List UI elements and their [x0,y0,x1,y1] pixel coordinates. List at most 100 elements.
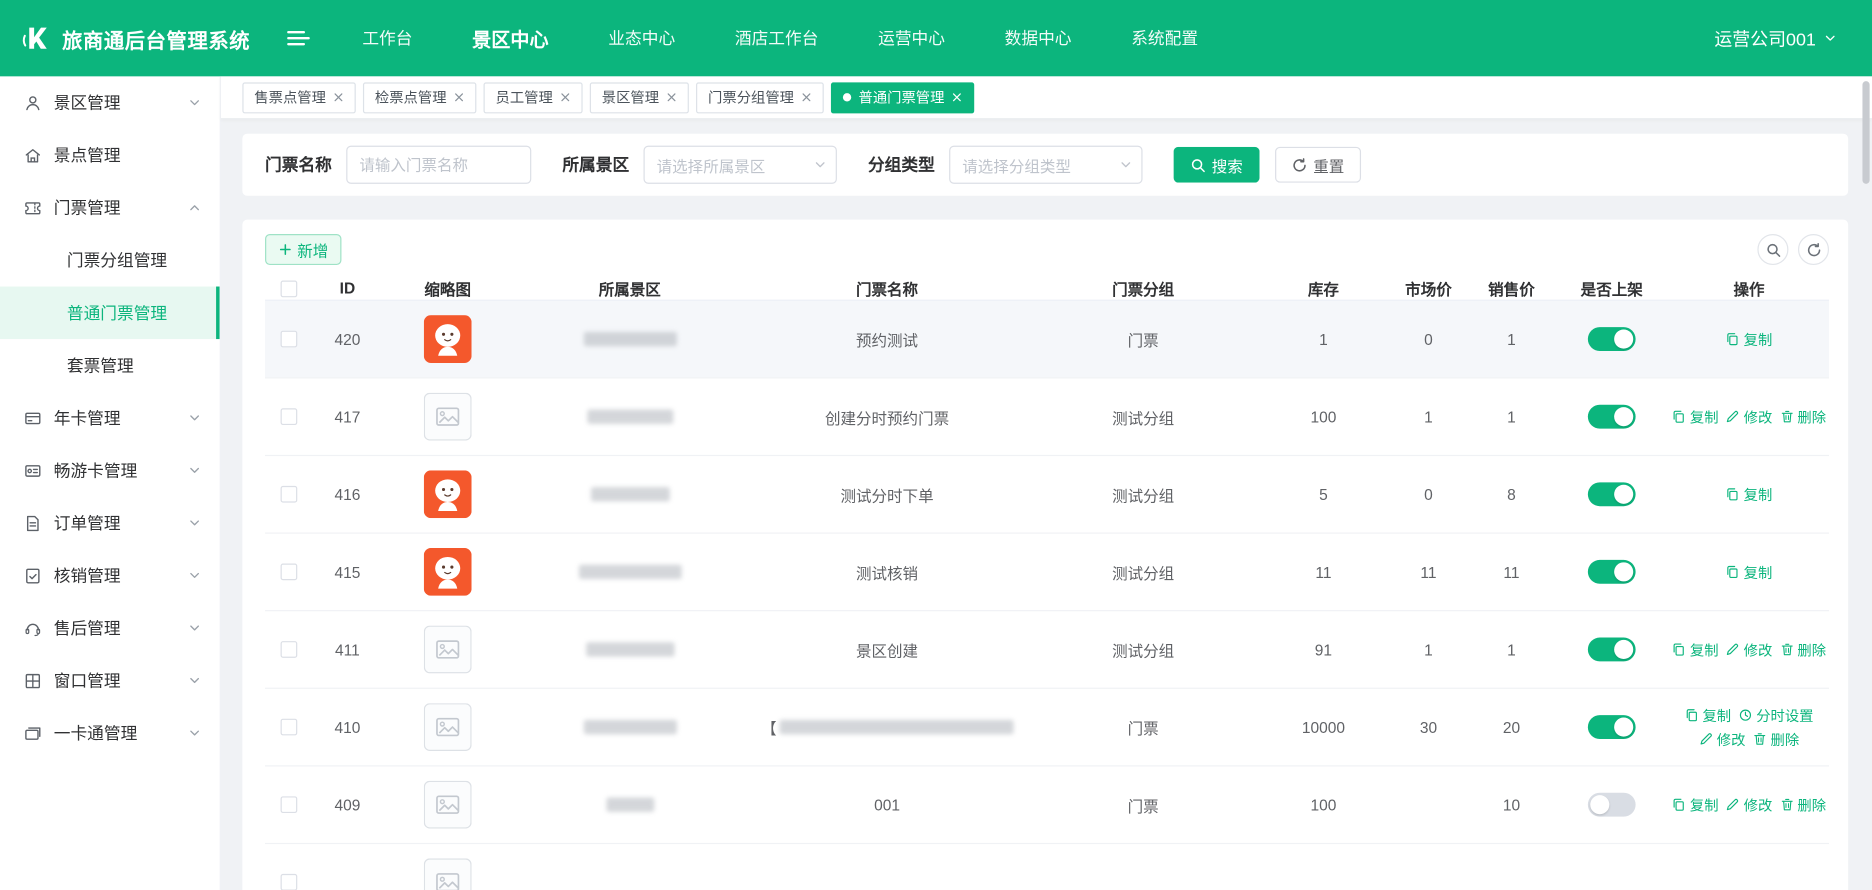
cell-select [265,330,313,348]
top-nav-item[interactable]: 数据中心 [1005,26,1072,50]
ticket-name-input[interactable] [346,145,532,184]
filter-label-group-type: 分组类型 [867,155,935,175]
group-type-select-placeholder: 请选择分组类型 [962,156,1071,175]
action-delete[interactable]: 删除 [1779,407,1826,427]
search-button-label: 搜索 [1211,156,1243,175]
tab[interactable]: 售票点管理 [242,81,356,113]
tab[interactable]: 景区管理 [589,81,689,113]
cell-ticket-group: 测试分组 [1112,641,1175,660]
action-copy[interactable]: 复制 [1726,562,1772,582]
action-delete[interactable]: 删除 [1753,729,1799,749]
action-edit[interactable]: 修改 [1726,795,1772,815]
action-edit[interactable]: 修改 [1726,407,1772,427]
shelf-toggle[interactable] [1587,327,1636,352]
action-copy[interactable]: 复制 [1672,795,1719,815]
chevron-up-icon [189,202,201,214]
action-copy[interactable]: 复制 [1672,639,1719,659]
sidebar-item[interactable]: 售后管理 [0,602,220,655]
shelf-toggle[interactable] [1587,559,1636,584]
sidebar-subitem[interactable]: 门票分组管理 [0,234,220,287]
sidebar-item[interactable]: 核销管理 [0,549,220,602]
sidebar-item[interactable]: 景区管理 [0,76,220,129]
tab[interactable]: 检票点管理 [362,81,477,113]
group-type-select[interactable]: 请选择分组类型 [949,145,1143,184]
action-edit[interactable]: 修改 [1699,729,1745,749]
sidebar-item[interactable]: 窗口管理 [0,654,220,707]
table-body: 420 预约测试 门票 1 0 1 复制 417 创建分时预约门票 测试分组 100 1 1 复制 修改 删除… [265,300,1830,890]
row-checkbox[interactable] [280,873,298,890]
row-checkbox[interactable] [280,641,298,658]
shelf-toggle[interactable] [1587,404,1636,429]
row-checkbox[interactable] [280,796,298,814]
tab-close-icon[interactable] [666,92,677,103]
top-nav-item[interactable]: 工作台 [362,26,412,50]
shelf-toggle[interactable] [1587,715,1636,740]
column-header: 门票名称 [855,280,919,299]
action-delete[interactable]: 删除 [1779,795,1826,815]
sidebar-item[interactable]: 畅游卡管理 [0,444,220,497]
sidebar-item[interactable]: 年卡管理 [0,392,220,445]
action-edit[interactable]: 修改 [1726,639,1772,659]
tab[interactable]: 门票分组管理 [696,81,824,113]
tab-close-icon[interactable] [333,92,344,103]
shelf-toggle[interactable] [1587,637,1636,662]
tab[interactable]: 员工管理 [483,81,583,113]
toggle-knob [1614,717,1634,737]
tab[interactable]: 普通门票管理 [831,81,975,113]
top-nav-item[interactable]: 业态中心 [608,26,675,50]
action-copy[interactable]: 复制 [1685,705,1731,725]
tab-close-icon[interactable] [801,92,812,103]
table-search-button[interactable] [1757,234,1789,266]
sidebar-item[interactable]: 景点管理 [0,129,220,182]
add-button[interactable]: 新增 [265,234,342,266]
shelf-toggle[interactable] [1587,482,1636,507]
menu-collapse-icon[interactable] [286,29,310,48]
top-nav-item[interactable]: 酒店工作台 [735,26,819,50]
action-label: 复制 [1689,796,1719,814]
one-card-icon [24,724,42,742]
tab-close-icon[interactable] [454,92,465,103]
row-checkbox[interactable] [280,408,298,426]
sidebar-item[interactable]: 门票管理 [0,181,220,234]
tab-close-icon[interactable] [952,92,963,103]
column-header: 库存 [1307,280,1339,299]
action-copy[interactable]: 复制 [1726,484,1772,504]
top-nav-item[interactable]: 系统配置 [1131,26,1198,50]
sidebar-subitem[interactable]: 普通门票管理 [0,286,220,340]
action-copy[interactable]: 复制 [1672,407,1719,427]
search-button[interactable]: 搜索 [1173,146,1260,183]
scenic-select[interactable]: 请选择所属景区 [643,145,837,184]
top-nav-item[interactable]: 运营中心 [878,26,945,50]
cell-id: 411 [335,640,360,659]
cell-actions: 复制 [1669,329,1829,349]
row-checkbox[interactable] [280,718,298,736]
top-nav-item[interactable]: 景区中心 [472,24,548,53]
cell-stock: 100 [1310,407,1337,426]
action-delete[interactable]: 删除 [1779,639,1826,659]
top-nav: 工作台 景区中心 业态中心 酒店工作台 运营中心 数据中心 系统配置 [362,24,1198,53]
sidebar-item[interactable]: 订单管理 [0,497,220,550]
cell-scenic-area [513,564,746,580]
search-icon [1765,242,1781,258]
chevron-down-icon [189,412,201,424]
app-logo[interactable]: 旅商通后台管理系统 [21,23,250,54]
table-refresh-button[interactable] [1797,234,1830,266]
cell-sale-price: 1 [1507,407,1516,426]
row-checkbox[interactable] [280,563,298,581]
cell-id: 415 [334,562,361,581]
sidebar-subitem[interactable]: 套票管理 [0,339,220,392]
tab-close-icon[interactable] [560,92,571,103]
action-clock[interactable]: 分时设置 [1738,705,1814,725]
scrollbar-thumb[interactable] [1862,81,1870,184]
row-checkbox[interactable] [280,485,298,503]
reset-button[interactable]: 重置 [1275,146,1362,183]
company-selector[interactable]: 运营公司001 [1714,26,1836,51]
select-all-checkbox[interactable] [280,279,298,297]
app-title: 旅商通后台管理系统 [62,29,251,52]
action-copy[interactable]: 复制 [1726,329,1772,349]
sidebar-item[interactable]: 一卡通管理 [0,707,220,760]
cell-ticket-name: 预约测试 [746,328,1028,351]
row-checkbox[interactable] [280,330,298,348]
shelf-toggle[interactable] [1587,792,1636,817]
chevron-down-icon [1120,159,1132,171]
